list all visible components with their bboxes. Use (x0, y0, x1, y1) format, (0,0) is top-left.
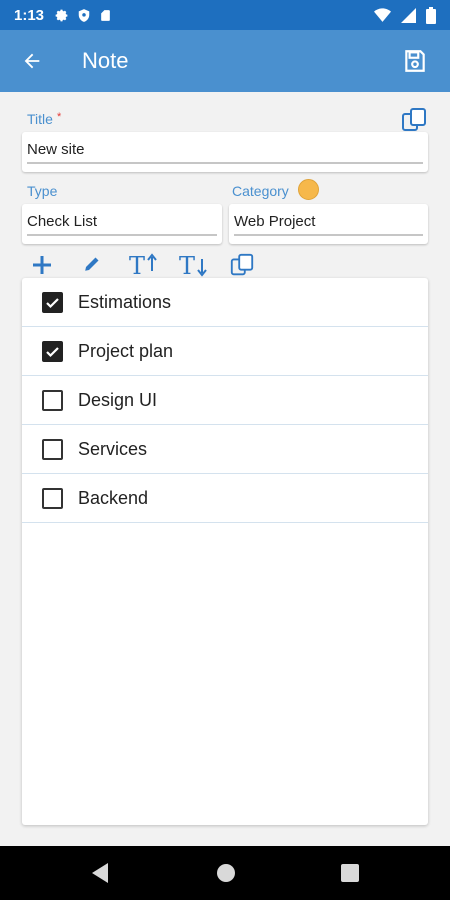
wifi-icon (374, 7, 391, 22)
list-item[interactable]: Backend (22, 474, 428, 523)
page-title: Note (82, 48, 129, 73)
list-item[interactable]: Services (22, 425, 428, 474)
list-item-label: Project plan (78, 341, 174, 361)
increase-text-size-button[interactable]: T (128, 250, 158, 280)
type-field-underline (27, 234, 217, 236)
copy-title-button[interactable] (400, 106, 428, 134)
note-form: Title * New site Type Category Check List… (0, 92, 450, 846)
type-label: Type (27, 183, 58, 199)
system-navigation-bar (0, 846, 450, 900)
category-field-underline (234, 234, 423, 236)
title-field[interactable]: New site (22, 132, 428, 172)
checkbox-checked[interactable] (42, 341, 63, 362)
text-size-decrease-icon: T (179, 252, 207, 278)
list-item[interactable]: Estimations (22, 278, 428, 327)
required-marker: * (56, 111, 62, 123)
title-field-underline (27, 162, 423, 164)
shield-icon (78, 8, 90, 22)
checkbox-checked[interactable] (42, 292, 63, 313)
pencil-icon (85, 257, 99, 271)
triangle-back-icon (92, 863, 108, 883)
back-button[interactable] (0, 30, 64, 92)
decrease-text-size-button[interactable]: T (178, 250, 208, 280)
list-item[interactable]: Design UI (22, 376, 428, 425)
plus-icon (33, 256, 51, 274)
copy-items-button[interactable] (227, 250, 257, 280)
status-time: 1:13 (14, 6, 45, 24)
save-icon (405, 50, 425, 72)
category-label: Category (232, 183, 289, 199)
type-field[interactable]: Check List (22, 204, 222, 244)
copy-icon (402, 108, 426, 131)
checklist: Estimations Project plan Design UI Servi… (22, 278, 428, 825)
title-input-value: New site (27, 141, 85, 158)
category-field[interactable]: Web Project (229, 204, 428, 244)
nav-back-button[interactable] (88, 860, 114, 886)
type-value: Check List (27, 213, 98, 230)
save-button[interactable] (380, 30, 450, 92)
checkbox-unchecked[interactable] (42, 439, 63, 460)
sd-card-icon (101, 9, 110, 21)
check-icon (46, 298, 59, 309)
edit-item-button[interactable] (77, 250, 107, 280)
title-label-text: Title (27, 111, 53, 127)
svg-text:T: T (129, 252, 145, 278)
text-size-increase-icon: T (129, 252, 157, 278)
title-label: Title * (27, 111, 61, 127)
nav-home-button[interactable] (213, 860, 239, 886)
signal-icon (401, 7, 416, 23)
status-bar: 1:13 (0, 0, 450, 30)
copy-icon (230, 253, 254, 276)
svg-text:T: T (179, 252, 195, 278)
check-icon (46, 347, 59, 358)
add-item-button[interactable] (27, 250, 57, 280)
square-recents-icon (341, 864, 359, 882)
circle-home-icon (217, 864, 235, 882)
checkbox-unchecked[interactable] (42, 390, 63, 411)
category-color-indicator[interactable] (298, 179, 319, 200)
category-value: Web Project (234, 213, 316, 230)
nav-recents-button[interactable] (337, 860, 363, 886)
gear-icon (55, 9, 68, 21)
list-item[interactable]: Project plan (22, 327, 428, 376)
list-item-label: Estimations (78, 292, 172, 312)
checkbox-unchecked[interactable] (42, 488, 63, 509)
list-item-label: Design UI (78, 390, 158, 410)
battery-icon (426, 6, 436, 24)
list-item-label: Services (78, 439, 148, 459)
list-item-label: Backend (78, 488, 149, 508)
arrow-left-icon (24, 53, 40, 69)
app-bar: Note (0, 30, 450, 92)
